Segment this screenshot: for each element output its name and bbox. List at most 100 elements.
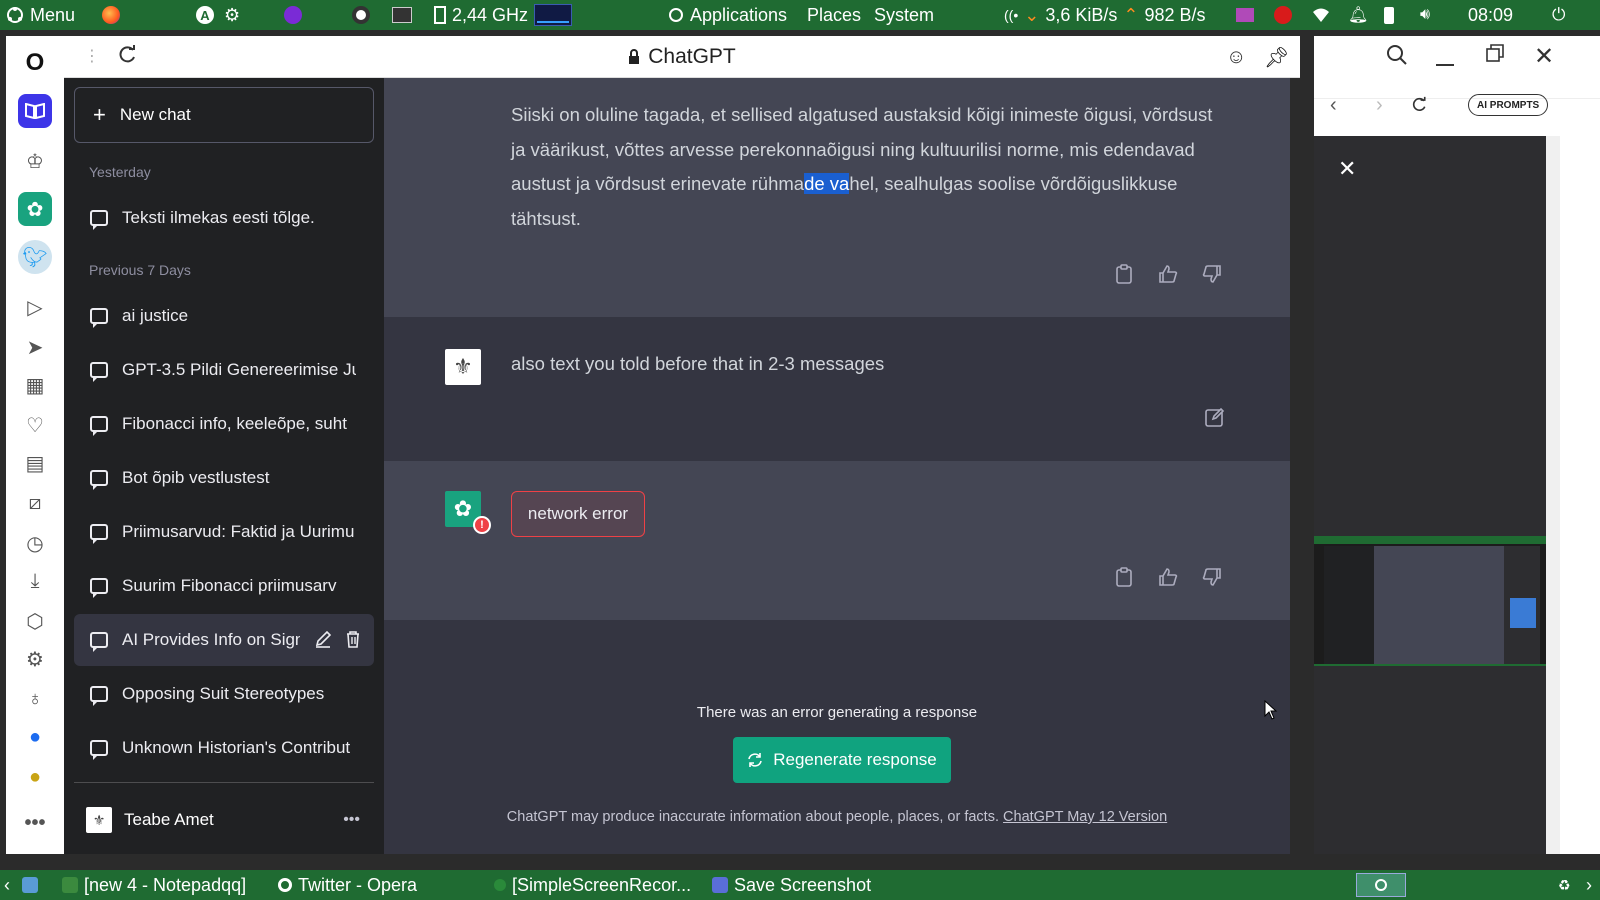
more-sidebar-icon[interactable]: ••• — [18, 806, 52, 840]
cpu-monitor: 2,44 GHz — [434, 0, 573, 30]
workspace-switcher[interactable] — [1356, 870, 1406, 900]
new-chat-button[interactable]: + New chat — [74, 87, 374, 143]
thumbs-up-button[interactable] — [1156, 262, 1180, 286]
conversation-item[interactable]: Teksti ilmekas eesti tõlge. — [74, 192, 374, 244]
regenerate-response-button[interactable]: Regenerate response — [733, 737, 951, 783]
conversation-title: Fibonacci info, keeleõpe, suht — [122, 414, 347, 433]
system-menu[interactable]: System — [874, 0, 934, 30]
settings-icon[interactable]: ⚙ — [18, 642, 52, 676]
tray-wifi[interactable] — [1312, 0, 1330, 30]
edit-message-button[interactable] — [1205, 407, 1225, 432]
show-desktop-button[interactable] — [22, 870, 38, 900]
version-link[interactable]: ChatGPT May 12 Version — [1003, 809, 1167, 825]
edit-conversation-button[interactable] — [314, 630, 332, 653]
assistant-message-text[interactable]: Siiski on oluline tagada, et sellised al… — [511, 98, 1231, 236]
launcher-a[interactable]: A — [196, 0, 214, 30]
panel-forward-icon[interactable]: › — [1376, 94, 1383, 117]
opera-icon — [278, 878, 292, 892]
tray-battery[interactable] — [1384, 0, 1394, 30]
conversation-item[interactable]: Bot õpib vestlustest — [74, 452, 374, 504]
power-button[interactable]: ⏻ — [1552, 0, 1565, 30]
messenger-icon[interactable]: ● — [18, 720, 52, 754]
panel-search-button[interactable] — [1386, 44, 1408, 71]
window-close-icon[interactable]: ✕ — [1534, 42, 1554, 71]
tray-notifications[interactable]: 🔔︎ — [1348, 0, 1368, 30]
panel-reload-button[interactable] — [1410, 96, 1428, 119]
address-title[interactable]: ChatGPT — [64, 36, 1300, 78]
launcher-podcast[interactable] — [284, 0, 302, 30]
taskbar-item[interactable]: Save Screenshot — [712, 870, 871, 900]
emoji-button[interactable]: ☺ — [1226, 46, 1246, 69]
thumbs-up-button[interactable] — [1156, 565, 1180, 589]
taskbar-scroll-right[interactable]: › — [1586, 870, 1592, 900]
recycle-icon: ♻ — [1558, 876, 1571, 893]
clock[interactable]: 08:09 — [1468, 0, 1513, 30]
conversation-item[interactable]: GPT-3.5 Pildi Genereerimise Ju — [74, 344, 374, 396]
taskbar-scroll-left[interactable]: ‹ — [4, 870, 10, 900]
menu-button[interactable]: Menu — [6, 0, 75, 30]
tray-audio-recorder[interactable] — [1236, 0, 1254, 30]
minimize-icon[interactable] — [1436, 44, 1454, 66]
download-icon[interactable]: ⤓ — [18, 564, 52, 598]
places-menu[interactable]: Places — [807, 0, 861, 30]
ai-prompts-button[interactable]: AI PROMPTS — [1468, 94, 1549, 116]
history-icon[interactable]: ◷ — [18, 526, 52, 560]
crown-icon[interactable]: ♔ — [18, 144, 52, 178]
twitter-icon[interactable]: 🐦︎ — [18, 240, 52, 274]
taskbar-item[interactable]: [new 4 - Notepadqq] — [62, 870, 246, 900]
copy-button[interactable] — [1112, 565, 1136, 589]
launcher-terminal[interactable] — [392, 0, 412, 30]
tray-record[interactable] — [1274, 0, 1292, 30]
taskbar-item-label: Twitter - Opera — [298, 874, 418, 895]
bell-icon: 🔔︎ — [1348, 7, 1369, 24]
thumbs-down-button[interactable] — [1200, 262, 1224, 286]
tray-volume[interactable]: 🔊︎ — [1420, 0, 1430, 30]
conversation-title: GPT-3.5 Pildi Genereerimise Ju — [122, 360, 356, 379]
taskbar-item[interactable]: [SimpleScreenRecor... — [494, 870, 691, 900]
restore-button[interactable] — [1486, 44, 1504, 67]
apps-grid-icon[interactable]: ▦ — [18, 368, 52, 402]
opera-sidebar: O ♔ ✿ 🐦︎ ▷ ➤ ▦ ♡ ▤ ⧄ ◷ ⤓ ⬡ ⚙ ♁ ● ● ••• — [6, 36, 64, 854]
wallet-icon[interactable]: ● — [18, 760, 52, 794]
opera-logo-icon[interactable]: O — [18, 46, 52, 80]
conversation-item[interactable]: Fibonacci info, keeleõpe, suht — [74, 398, 374, 450]
panel-scrollbar[interactable] — [1546, 136, 1560, 854]
stats-icon[interactable]: ⧄ — [18, 486, 52, 520]
applications-menu[interactable]: Applications — [668, 0, 787, 30]
conversation-item[interactable]: Opposing Suit Stereotypes — [74, 668, 374, 720]
menu-label: Menu — [30, 4, 76, 25]
trash-tray[interactable]: ♻ — [1558, 870, 1571, 900]
copy-button[interactable] — [1112, 262, 1136, 286]
plus-icon: + — [93, 102, 106, 127]
chatgpt-sidebar-icon[interactable]: ✿ — [18, 192, 52, 226]
thumbs-down-button[interactable] — [1200, 565, 1224, 589]
regenerate-label: Regenerate response — [773, 750, 937, 769]
volume-icon: 🔊︎ — [1420, 6, 1431, 23]
heart-icon[interactable]: ♡ — [18, 408, 52, 442]
conversation-item[interactable]: ai justice — [74, 290, 374, 342]
player-icon[interactable]: ▷ — [18, 290, 52, 324]
news-icon[interactable]: ▤ — [18, 446, 52, 480]
reading-list-icon[interactable] — [18, 94, 52, 128]
delete-conversation-button[interactable] — [344, 630, 362, 653]
conversation-item[interactable]: Unknown Historian's Contribut — [74, 722, 374, 774]
panel-back-icon[interactable]: ‹ — [1330, 94, 1337, 117]
panel-close-button[interactable]: ✕ — [1338, 156, 1356, 182]
launcher-opera[interactable] — [352, 0, 370, 30]
launcher-settings[interactable]: ⚙ — [224, 0, 240, 30]
recorder-icon — [1236, 8, 1254, 22]
taskbar-item[interactable]: Twitter - Opera — [278, 870, 417, 900]
send-icon[interactable]: ➤ — [18, 330, 52, 364]
pin-button[interactable]: 📌︎ — [1264, 45, 1289, 70]
firefox-launcher[interactable] — [102, 0, 120, 30]
power-icon: ⏻ — [1552, 5, 1566, 24]
screenshot-preview-thumbnail[interactable] — [1314, 536, 1546, 666]
conversation-title: Opposing Suit Stereotypes — [122, 684, 325, 703]
conversation-item-selected[interactable]: AI Provides Info on Sign — [74, 614, 374, 666]
user-menu[interactable]: ⚜ Teabe Amet ••• — [74, 794, 374, 846]
conversation-item[interactable]: Suurim Fibonacci priimusarv — [74, 560, 374, 612]
extensions-icon[interactable]: ⬡ — [18, 604, 52, 638]
thumbs-up-icon — [1159, 265, 1178, 283]
lightbulb-icon[interactable]: ♁ — [18, 682, 52, 716]
conversation-item[interactable]: Priimusarvud: Faktid ja Uurimu — [74, 506, 374, 558]
